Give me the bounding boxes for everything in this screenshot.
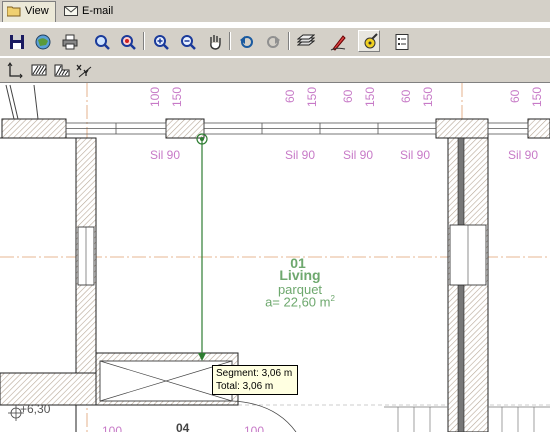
layers-button[interactable] — [295, 31, 317, 53]
right-wall — [447, 137, 489, 432]
forward-button[interactable] — [262, 31, 284, 53]
plan-canvas[interactable]: 100 150 60 150 60 150 60 150 60 150 Sil … — [0, 83, 550, 432]
level-label: +6,30 — [20, 402, 51, 416]
railing — [5, 84, 39, 120]
hatch-button[interactable] — [28, 59, 50, 81]
save-button[interactable] — [6, 31, 28, 53]
tooltip-total: Total: 3,06 m — [216, 381, 274, 392]
internet-button[interactable] — [32, 31, 54, 53]
room-name: Living — [279, 267, 321, 283]
measure-tooltip: Segment: 3,06 m Total: 3,06 m — [212, 365, 298, 395]
tab-bar: View E-mail — [0, 0, 550, 23]
pan-button[interactable] — [204, 31, 226, 53]
dim-label: 60 — [399, 89, 413, 103]
area-icon — [54, 64, 70, 77]
left-wall — [0, 137, 97, 432]
dim-label: 150 — [170, 86, 184, 107]
globe-icon — [35, 34, 51, 50]
bottom-dim-label: 100 — [244, 424, 265, 432]
toolbar-separator — [143, 32, 145, 50]
tab-view-label: View — [25, 5, 49, 17]
tab-email-label: E-mail — [82, 5, 114, 17]
list-icon — [395, 34, 409, 50]
zoom-red-icon — [121, 35, 136, 50]
sill-label: Sil 90 — [150, 148, 181, 162]
printer-icon — [62, 34, 78, 50]
pencil-icon — [330, 35, 346, 51]
dim-label: 150 — [363, 86, 377, 107]
room-area-unit-exponent: 2 — [330, 294, 335, 303]
forward-arrow-icon — [267, 36, 280, 48]
zoom-out-button[interactable] — [177, 31, 199, 53]
hatch-icon — [31, 64, 47, 76]
print-button[interactable] — [59, 31, 81, 53]
draw-toolbar — [0, 58, 550, 83]
tab-view[interactable]: View — [2, 1, 56, 22]
hand-icon — [210, 35, 221, 50]
zoom-window-icon — [95, 35, 110, 50]
sill-label: Sil 90 — [508, 148, 539, 162]
measure-line — [196, 133, 208, 361]
properties-button[interactable] — [391, 31, 413, 53]
back-button[interactable] — [236, 31, 258, 53]
xy-icon — [76, 64, 92, 78]
bottom-dim-label: 100 — [102, 424, 123, 432]
main-toolbar — [0, 28, 550, 56]
room-number-04: 04 — [176, 421, 190, 432]
zoom-window-button[interactable] — [91, 31, 113, 53]
floppy-disk-icon — [10, 35, 24, 49]
zoom-in-icon — [154, 35, 169, 50]
layers-icon — [297, 34, 315, 46]
dim-label: 60 — [508, 89, 522, 103]
zoom-extents-button[interactable] — [117, 31, 139, 53]
dim-label: 150 — [305, 86, 319, 107]
toolbar-separator — [229, 32, 231, 50]
back-arrow-icon — [240, 36, 253, 48]
folder-icon — [7, 6, 21, 17]
measure-button[interactable] — [358, 30, 380, 52]
plan-viewer-window: View E-mail 100 150 60 150 60 150 60 150… — [0, 0, 550, 432]
room-area: a= 22,60 m2 — [250, 294, 350, 309]
dim-label: 60 — [341, 89, 355, 103]
tape-measure-icon — [364, 33, 378, 49]
dim-label: 100 — [148, 86, 162, 107]
coordinate-button[interactable] — [73, 59, 95, 81]
dimension-button[interactable] — [4, 59, 26, 81]
sill-label: Sil 90 — [285, 148, 316, 162]
dim-label: 60 — [283, 89, 297, 103]
tab-email[interactable]: E-mail — [60, 2, 118, 21]
sill-label: Sil 90 — [400, 148, 431, 162]
room-area-value: a= 22,60 m — [265, 294, 331, 310]
pencil-button[interactable] — [327, 31, 349, 53]
area-button[interactable] — [51, 59, 73, 81]
zoom-out-icon — [181, 35, 196, 50]
dim-label: 150 — [421, 86, 435, 107]
sill-label: Sil 90 — [343, 148, 374, 162]
tooltip-segment: Segment: 3,06 m — [216, 368, 293, 379]
zoom-in-button[interactable] — [150, 31, 172, 53]
dimension-icon — [7, 62, 23, 79]
toolbar-separator — [288, 32, 290, 50]
envelope-icon — [64, 6, 78, 16]
dim-label: 150 — [530, 86, 544, 107]
